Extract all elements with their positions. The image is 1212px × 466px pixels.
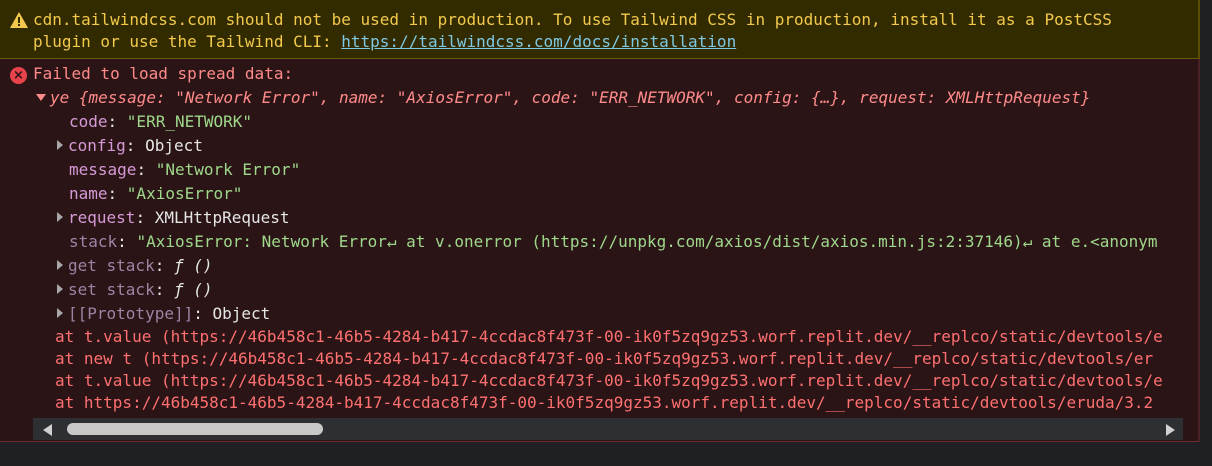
error-circle-icon: × <box>10 67 27 84</box>
collapse-triangle-icon[interactable] <box>57 212 63 222</box>
warning-triangle-icon <box>10 12 28 28</box>
error-title: Failed to load spread data: <box>33 64 294 83</box>
horizontal-scrollbar[interactable] <box>33 418 1183 440</box>
prop-request[interactable]: request: XMLHttpRequest <box>57 207 290 229</box>
warning-line-2-prefix: plugin or use the Tailwind CLI: <box>33 32 342 51</box>
prop-message: message: "Network Error" <box>69 160 301 179</box>
warning-line-1: cdn.tailwindcss.com should not be used i… <box>33 10 1112 29</box>
collapse-triangle-icon[interactable] <box>57 308 63 318</box>
scroll-right-arrow-icon[interactable] <box>1166 424 1175 436</box>
prop-set-stack[interactable]: set stack: ƒ () <box>57 279 213 301</box>
prop-code: code: "ERR_NETWORK" <box>69 112 253 131</box>
warning-text: cdn.tailwindcss.com should not be used i… <box>33 9 1183 53</box>
collapse-triangle-icon[interactable] <box>57 140 63 150</box>
scroll-left-arrow-icon[interactable] <box>43 424 52 436</box>
prop-get-stack[interactable]: get stack: ƒ () <box>57 255 213 277</box>
prop-name: name: "AxiosError" <box>69 184 243 203</box>
prop-stack: stack: "AxiosError: Network Error↵ at v.… <box>69 232 1158 251</box>
stack-trace-line[interactable]: at new t (https://46b458c1-46b5-4284-b41… <box>55 348 1198 370</box>
console-warning-message: cdn.tailwindcss.com should not be used i… <box>0 0 1200 59</box>
stack-trace-line[interactable]: at t.value (https://46b458c1-46b5-4284-b… <box>55 326 1198 348</box>
devtools-console: cdn.tailwindcss.com should not be used i… <box>0 0 1212 466</box>
console-error-message: × Failed to load spread data: ye {messag… <box>0 59 1200 442</box>
collapse-triangle-icon[interactable] <box>57 284 63 294</box>
stack-trace-line[interactable]: at t.value (https://46b458c1-46b5-4284-b… <box>55 370 1198 392</box>
expand-triangle-icon[interactable] <box>36 94 46 101</box>
collapse-triangle-icon[interactable] <box>57 260 63 270</box>
prop-config[interactable]: config: Object <box>57 135 203 157</box>
scrollbar-thumb[interactable] <box>67 423 323 435</box>
tailwind-docs-link[interactable]: https://tailwindcss.com/docs/installatio… <box>341 32 736 51</box>
stack-trace-line[interactable]: at https://46b458c1-46b5-4284-b417-4ccda… <box>55 392 1198 414</box>
error-object-summary[interactable]: ye {message: "Network Error", name: "Axi… <box>36 87 1090 109</box>
prop-prototype[interactable]: [[Prototype]]: Object <box>57 303 270 325</box>
